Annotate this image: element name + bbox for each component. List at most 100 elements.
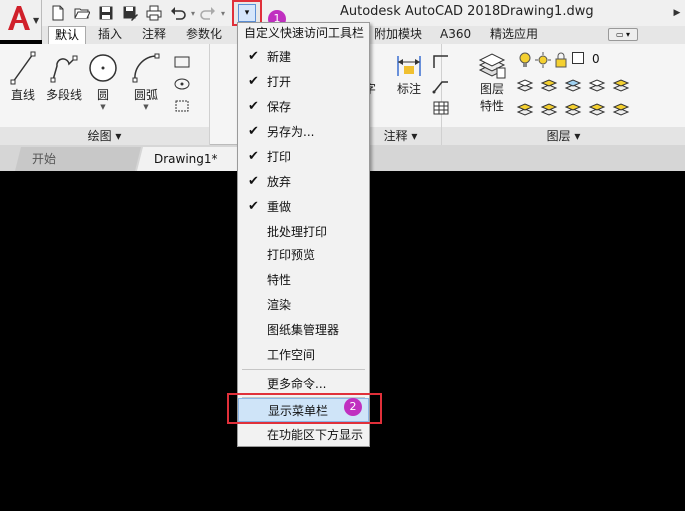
- chevron-down-icon: ▾: [244, 8, 250, 18]
- circle-tool[interactable]: 圆 ▼: [86, 50, 120, 111]
- tab-parametric[interactable]: 参数化: [180, 26, 228, 44]
- lock-icon[interactable]: [552, 52, 570, 68]
- line-icon: [10, 51, 36, 85]
- undo-icon[interactable]: [166, 2, 190, 24]
- dimension-tool[interactable]: 标注: [392, 50, 426, 97]
- menu-header: 自定义快速访问工具栏: [244, 26, 365, 40]
- redo-dropdown-icon[interactable]: ▾: [220, 9, 226, 18]
- tab-featured-apps[interactable]: 精选应用: [484, 26, 544, 44]
- layer-isolate-icon[interactable]: [540, 76, 558, 92]
- menu-item-sheet-set-manager[interactable]: 图纸集管理器: [238, 318, 369, 342]
- print-icon[interactable]: [142, 2, 166, 24]
- checkmark-icon: ✔: [248, 174, 259, 189]
- menu-item-save-as[interactable]: ✔ 另存为...: [238, 120, 369, 144]
- layer-off-icon[interactable]: [588, 76, 606, 92]
- chevron-down-icon[interactable]: ▼: [86, 103, 120, 111]
- menu-item-label: 重做: [267, 200, 292, 214]
- checkmark-icon: ✔: [248, 199, 259, 214]
- boundary-icon[interactable]: [173, 98, 191, 114]
- menu-item-plot-preview[interactable]: 打印预览: [238, 243, 369, 267]
- customize-qat-menu: 自定义快速访问工具栏 ✔ 新建 ✔ 打开 ✔ 保存 ✔ 另存为... ✔ 打印 ✔ 放弃 ✔…: [237, 22, 370, 447]
- tab-start[interactable]: 开始: [15, 147, 141, 171]
- draw-panel-title[interactable]: 绘图 ▾: [0, 127, 209, 145]
- layer-lock-icon[interactable]: [612, 76, 630, 92]
- tab-insert[interactable]: 插入: [92, 26, 128, 44]
- layer-state-icon[interactable]: [516, 76, 534, 92]
- chevron-right-icon[interactable]: ▶: [669, 0, 685, 26]
- save-icon[interactable]: [94, 2, 118, 24]
- arc-icon: [132, 53, 160, 83]
- rectangle-icon[interactable]: [173, 54, 191, 70]
- layer-previous-icon[interactable]: [540, 100, 558, 116]
- menu-item-label: 打开: [267, 75, 292, 89]
- arc-tool[interactable]: 圆弧 ▼: [126, 50, 166, 111]
- menu-item-label: 另存为...: [267, 125, 315, 139]
- menu-item-workspace[interactable]: 工作空间: [238, 343, 369, 367]
- open-folder-icon[interactable]: [70, 2, 94, 24]
- layers-panel-title[interactable]: 图层 ▾: [442, 127, 685, 145]
- autocad-logo-icon: [8, 6, 30, 30]
- circle-icon: [89, 54, 117, 82]
- line-tool-label: 直线: [10, 88, 35, 102]
- menu-item-render[interactable]: 渲染: [238, 293, 369, 317]
- polyline-tool-label: 多段线: [45, 88, 82, 102]
- menu-item-label: 打印: [267, 150, 292, 164]
- menu-item-properties[interactable]: 特性: [238, 268, 369, 292]
- dimension-tool-label: 标注: [396, 82, 421, 96]
- layer-freeze-icon[interactable]: [564, 76, 582, 92]
- menu-item-open[interactable]: ✔ 打开: [238, 70, 369, 94]
- tab-drawing1-label: Drawing1*: [154, 152, 218, 166]
- chevron-down-icon: ▼: [33, 16, 40, 25]
- tab-annotate[interactable]: 注释: [136, 26, 172, 44]
- layer-properties-label: 图层: [479, 82, 504, 96]
- tab-addins[interactable]: 附加模块: [368, 26, 428, 44]
- redo-icon[interactable]: [196, 2, 220, 24]
- sun-icon[interactable]: [534, 52, 552, 68]
- chevron-down-icon[interactable]: ▼: [126, 103, 166, 111]
- annotation-panel-title[interactable]: 注释 ▾: [360, 127, 441, 145]
- circle-tool-label: 圆: [96, 88, 109, 102]
- menu-item-undo[interactable]: ✔ 放弃: [238, 170, 369, 194]
- layer-properties-icon: [478, 53, 506, 79]
- layer-unlock-icon[interactable]: [612, 100, 630, 116]
- layer-properties-tool[interactable]: 图层 特性: [472, 50, 512, 114]
- file-title: Drawing1.dwg: [500, 4, 594, 19]
- tab-drawing1[interactable]: Drawing1*: [137, 147, 253, 171]
- menu-item-label: 保存: [267, 100, 292, 114]
- arc-tool-label: 圆弧: [133, 88, 158, 102]
- checkmark-icon: ✔: [248, 149, 259, 164]
- menu-item-label: 新建: [267, 50, 292, 64]
- tab-default[interactable]: 默认: [48, 26, 87, 44]
- layer-properties-label-2: 特性: [479, 99, 504, 113]
- layer-thaw-icon[interactable]: [588, 100, 606, 116]
- polyline-icon: [50, 55, 78, 83]
- quick-access-toolbar: ▾ ▾: [46, 2, 226, 24]
- draw-panel: 直线 多段线 圆 ▼ 圆弧 ▼ 绘图 ▾: [0, 44, 210, 145]
- save-as-icon[interactable]: [118, 2, 142, 24]
- checkmark-icon: ✔: [248, 124, 259, 139]
- menu-item-print[interactable]: ✔ 打印: [238, 145, 369, 169]
- layer-match-icon[interactable]: [516, 100, 534, 116]
- app-title: Autodesk AutoCAD 2018: [340, 4, 501, 19]
- lightbulb-icon[interactable]: [516, 52, 534, 68]
- ribbon-minimize-toggle[interactable]: ▭ ▾: [608, 28, 638, 41]
- tab-start-label: 开始: [32, 152, 57, 166]
- checkmark-icon: ✔: [248, 74, 259, 89]
- menu-item-new[interactable]: ✔ 新建: [238, 45, 369, 69]
- tab-a360[interactable]: A360: [434, 26, 477, 44]
- layer-unisolate-icon[interactable]: [564, 100, 582, 116]
- current-layer-value[interactable]: 0: [592, 52, 600, 66]
- application-menu-button[interactable]: ▼: [0, 0, 42, 40]
- polyline-tool[interactable]: 多段线: [44, 50, 84, 103]
- line-tool[interactable]: 直线: [6, 50, 40, 103]
- menu-item-show-below-ribbon[interactable]: 在功能区下方显示: [238, 423, 369, 447]
- menu-item-save[interactable]: ✔ 保存: [238, 95, 369, 119]
- menu-divider: [242, 369, 365, 370]
- hatch-icon[interactable]: [173, 76, 191, 92]
- menu-item-batch-plot[interactable]: 批处理打印: [238, 220, 369, 244]
- layer-color-swatch[interactable]: [572, 52, 584, 64]
- new-file-icon[interactable]: [46, 2, 70, 24]
- menu-item-redo[interactable]: ✔ 重做: [238, 195, 369, 219]
- layers-panel: 图层 特性 0 图层 ▾: [442, 44, 685, 145]
- checkmark-icon: ✔: [248, 49, 259, 64]
